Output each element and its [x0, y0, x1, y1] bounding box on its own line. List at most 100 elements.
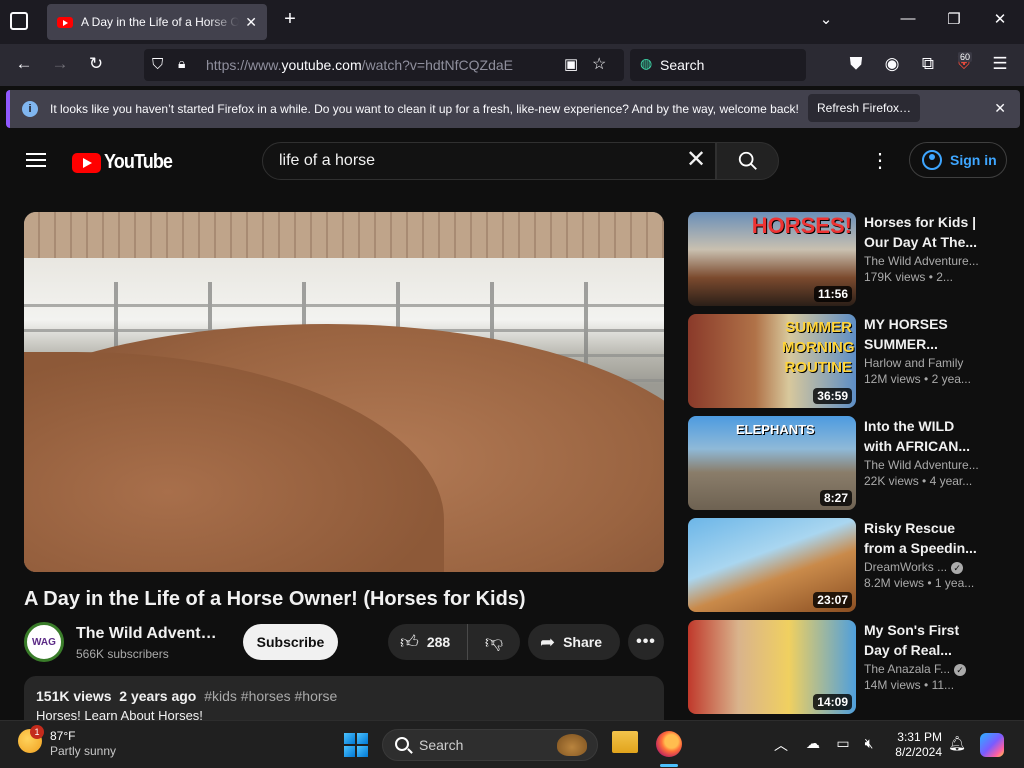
dislike-button[interactable]: 👎︎: [468, 631, 520, 653]
like-dislike-group: 👍︎ 288 👎︎: [388, 624, 520, 660]
reload-icon[interactable]: ↻: [84, 54, 108, 74]
url-text: https://www.youtube.com/watch?v=hdtNfCQZ…: [206, 57, 513, 73]
account-icon[interactable]: ◉: [880, 54, 904, 74]
video-description[interactable]: 151K views 2 years ago #kids #horses #ho…: [24, 676, 664, 720]
recommended-title[interactable]: MY HORSES SUMMER...: [864, 314, 982, 354]
recommended-channel[interactable]: Harlow and Family: [864, 356, 982, 370]
like-count: 288: [426, 634, 451, 650]
restore-icon[interactable]: ❐: [942, 10, 966, 28]
recommended-channel[interactable]: The Wild Adventure...: [864, 458, 982, 472]
notification-bell-icon[interactable]: 🔔︎: [948, 735, 966, 752]
clear-search-icon[interactable]: ✕: [686, 148, 706, 172]
recommended-video[interactable]: HORSES! 11:56 Horses for Kids | Our Day …: [688, 212, 1008, 306]
recommended-channel[interactable]: The Wild Adventure...: [864, 254, 982, 268]
youtube-search-button[interactable]: [716, 142, 779, 180]
settings-kebab-icon[interactable]: ⋮: [870, 150, 890, 172]
description-text: Horses! Learn About Horses!: [36, 708, 203, 720]
thumbnail-text: HORSES!: [751, 213, 852, 238]
notification-close-icon[interactable]: ✕: [994, 100, 1006, 117]
copilot-icon[interactable]: [980, 733, 1004, 757]
display-icon[interactable]: ▭: [834, 735, 852, 752]
network-icon[interactable]: ☁: [804, 735, 822, 752]
channel-name[interactable]: The Wild Adventure Girls: [76, 625, 222, 643]
recommended-title[interactable]: Into the WILD with AFRICAN...: [864, 416, 982, 456]
youtube-search-input[interactable]: life of a horse: [262, 142, 716, 180]
video-player[interactable]: [24, 212, 664, 572]
windows-taskbar: 1 87°F Partly sunny Search ︿ ☁ ▭ 🔇︎ 3:31…: [0, 720, 1024, 768]
guide-menu-icon[interactable]: [26, 153, 46, 167]
recommended-video[interactable]: 23:07 Risky Rescue from a Speedin... Dre…: [688, 518, 1008, 612]
video-duration: 36:59: [813, 388, 852, 404]
notification-message: It looks like you haven’t started Firefo…: [50, 102, 799, 116]
recommended-channel[interactable]: The Anazala F... ✓: [864, 662, 982, 676]
tracking-shield-icon[interactable]: ⛉: [152, 56, 163, 73]
back-icon[interactable]: ←: [12, 54, 36, 74]
video-thumbnail[interactable]: 23:07: [688, 518, 856, 612]
sign-in-button[interactable]: Sign in: [909, 142, 1007, 178]
video-thumbnail[interactable]: 14:09: [688, 620, 856, 714]
tab-close-icon[interactable]: ✕: [245, 14, 257, 31]
app-menu-icon[interactable]: ☰: [988, 54, 1012, 74]
recommended-video[interactable]: ELEPHANTS 8:27 Into the WILD with AFRICA…: [688, 416, 1008, 510]
weather-widget[interactable]: 1 87°F Partly sunny: [18, 725, 116, 759]
verified-badge-icon: ✓: [954, 664, 967, 676]
volume-mute-icon[interactable]: 🔇︎: [860, 735, 878, 752]
verified-badge-icon: ✓: [951, 562, 964, 574]
extensions-icon[interactable]: ⧉: [916, 54, 940, 74]
window-close-icon[interactable]: ✕: [988, 10, 1012, 28]
taskbar-clock[interactable]: 3:31 PM 8/2/2024: [886, 730, 942, 760]
video-thumbnail[interactable]: SUMMER MORNING ROUTINE 36:59: [688, 314, 856, 408]
video-thumbnail[interactable]: HORSES! 11:56: [688, 212, 856, 306]
browser-search-placeholder: Search: [660, 57, 705, 73]
youtube-favicon-icon: [57, 16, 73, 28]
browser-search-box[interactable]: ◍ Search: [630, 49, 806, 81]
more-actions-button[interactable]: •••: [628, 624, 664, 660]
thumbs-up-icon: 👍︎: [400, 632, 419, 652]
pocket-icon[interactable]: ⛊: [844, 54, 868, 74]
clock-date: 8/2/2024: [895, 745, 942, 759]
tab-title: A Day in the Life of a Horse Owner! (Hor…: [81, 15, 240, 29]
youtube-logo[interactable]: YouTube: [72, 151, 180, 174]
video-title: A Day in the Life of a Horse Owner! (Hor…: [24, 588, 526, 610]
firefox-icon[interactable]: [656, 731, 682, 757]
url-bar[interactable]: ⛉ 🔒︎ https://www.youtube.com/watch?v=hdt…: [144, 49, 624, 81]
recommended-channel[interactable]: DreamWorks ... ✓: [864, 560, 982, 574]
taskbar-search[interactable]: Search: [382, 729, 598, 761]
active-app-indicator: [660, 764, 678, 767]
weather-badge: 1: [30, 725, 44, 739]
video-duration: 8:27: [819, 490, 852, 506]
refresh-firefox-button[interactable]: Refresh Firefox…: [808, 94, 920, 122]
recommended-video[interactable]: SUMMER MORNING ROUTINE 36:59 MY HORSES S…: [688, 314, 1008, 408]
show-hidden-icons-chevron-icon[interactable]: ︿: [772, 735, 790, 755]
recommended-title[interactable]: Horses for Kids | Our Day At The...: [864, 212, 982, 252]
minimize-icon[interactable]: —: [896, 10, 920, 27]
share-button[interactable]: ➦ Share: [528, 624, 620, 660]
sign-in-label: Sign in: [950, 152, 997, 168]
partly-sunny-icon: 1: [18, 725, 44, 753]
bookmark-star-icon[interactable]: ☆: [592, 54, 606, 74]
recommended-video[interactable]: 14:09 My Son's First Day of Real... The …: [688, 620, 1008, 714]
recommended-title[interactable]: My Son's First Day of Real...: [864, 620, 982, 660]
recommended-meta: 12M views • 2 yea...: [864, 372, 971, 386]
thumbnail-text: SUMMER MORNING ROUTINE: [782, 319, 855, 376]
file-explorer-icon[interactable]: [612, 731, 638, 753]
tab-list-chevron-icon[interactable]: ⌄: [814, 10, 838, 28]
forward-icon[interactable]: →: [48, 54, 72, 74]
start-button[interactable]: [344, 733, 368, 757]
hashtags[interactable]: #kids #horses #horse: [204, 688, 337, 704]
subscribe-button[interactable]: Subscribe: [243, 624, 338, 660]
recommended-meta: 179K views • 2...: [864, 270, 953, 284]
lock-icon[interactable]: 🔒︎: [178, 55, 185, 72]
new-tab-icon[interactable]: +: [278, 8, 302, 31]
recommended-title[interactable]: Risky Rescue from a Speedin...: [864, 518, 982, 558]
info-icon: i: [22, 101, 38, 117]
video-stats: 151K views 2 years ago #kids #horses #ho…: [36, 688, 652, 704]
like-button[interactable]: 👍︎ 288: [388, 624, 468, 660]
youtube-logo-text: YouTube: [104, 151, 173, 173]
browser-tab[interactable]: A Day in the Life of a Horse Owner! (Hor…: [47, 4, 267, 40]
reader-view-icon[interactable]: ▣: [564, 55, 578, 73]
video-thumbnail[interactable]: ELEPHANTS 8:27: [688, 416, 856, 510]
firefox-view-icon[interactable]: [10, 12, 28, 30]
channel-avatar[interactable]: WAG: [24, 622, 64, 662]
thumbs-down-icon: 👎︎: [484, 632, 504, 652]
